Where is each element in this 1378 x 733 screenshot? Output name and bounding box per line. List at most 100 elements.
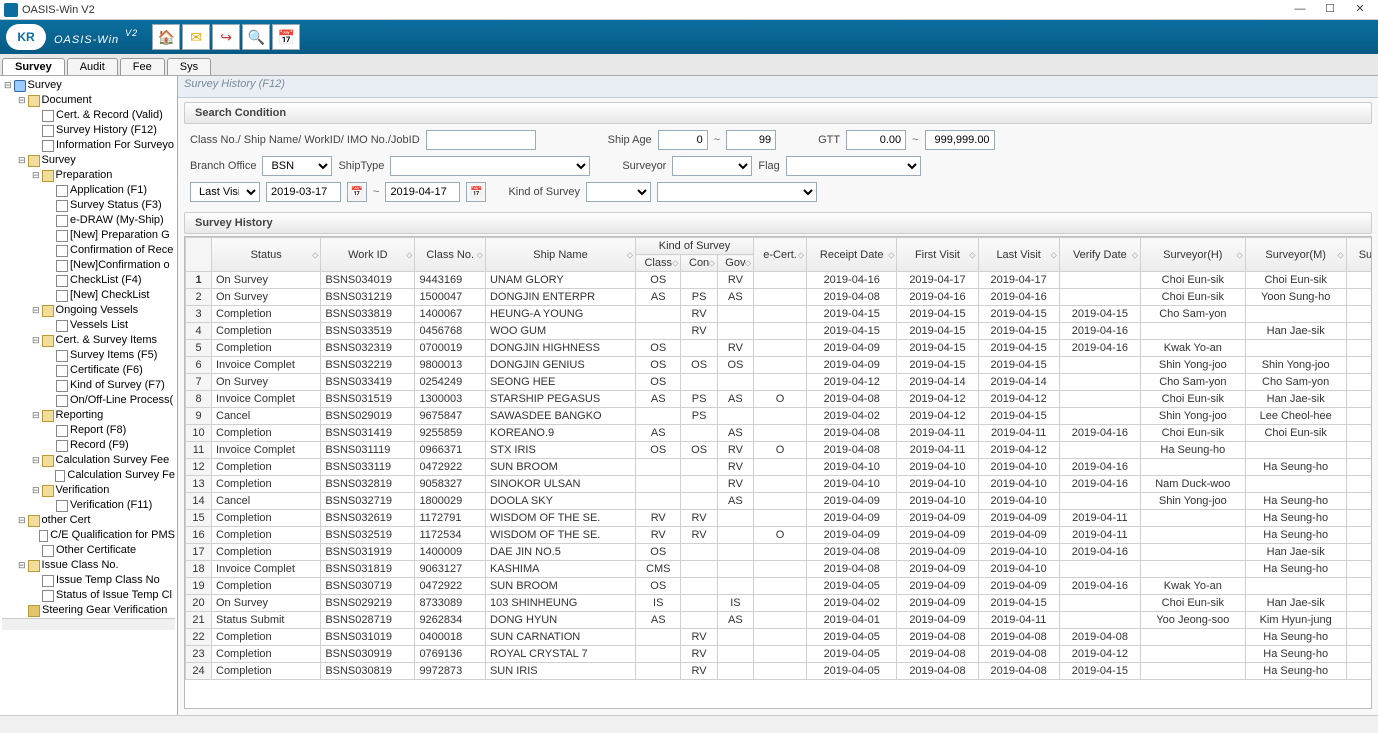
home-icon[interactable]: 🏠: [152, 24, 180, 50]
tree-steering[interactable]: Steering Gear Verification: [18, 603, 175, 618]
table-row[interactable]: 12CompletionBSNS0331190472922SUN BROOMRV…: [186, 459, 1373, 476]
table-row[interactable]: 1On SurveyBSNS0340199443169UNAM GLORYOSR…: [186, 272, 1373, 289]
table-row[interactable]: 11Invoice CompletBSNS0311190966371STX IR…: [186, 442, 1373, 459]
window-minimize[interactable]: —: [1286, 1, 1314, 19]
flag-select[interactable]: [786, 156, 921, 176]
shipage-from-input[interactable]: [658, 130, 708, 150]
table-row[interactable]: 19CompletionBSNS0307190472922SUN BROOMOS…: [186, 578, 1373, 595]
tree-item[interactable]: Information For Surveyo: [32, 138, 175, 153]
table-row[interactable]: 15CompletionBSNS0326191172791WISDOM OF T…: [186, 510, 1373, 527]
branch-select[interactable]: BSN: [262, 156, 332, 176]
table-row[interactable]: 24CompletionBSNS0308199972873SUN IRISRV2…: [186, 663, 1373, 680]
table-row[interactable]: 18Invoice CompletBSNS0318199063127KASHIM…: [186, 561, 1373, 578]
gtt-from-input[interactable]: [846, 130, 906, 150]
gtt-to-input[interactable]: [925, 130, 995, 150]
window-maximize[interactable]: ☐: [1316, 1, 1344, 19]
date-to-input[interactable]: [385, 182, 460, 202]
content-tab[interactable]: Survey History (F12): [178, 76, 1378, 98]
tree-item[interactable]: [New]Confirmation o: [46, 258, 175, 273]
tree-item[interactable]: Survey History (F12): [32, 123, 175, 138]
surveyor-select[interactable]: [672, 156, 752, 176]
col-classno[interactable]: Class No.◇: [415, 238, 486, 272]
tree-item[interactable]: Vessels List: [46, 318, 175, 333]
tree-item[interactable]: [New] CheckList: [46, 288, 175, 303]
tree-item[interactable]: Verification (F11): [46, 498, 175, 513]
tree-item[interactable]: Cert. & Record (Valid): [32, 108, 175, 123]
shipage-to-input[interactable]: [726, 130, 776, 150]
kind-select[interactable]: [586, 182, 651, 202]
col-receipt[interactable]: Receipt Date◇: [807, 238, 897, 272]
table-row[interactable]: 6Invoice CompletBSNS0322199800013DONGJIN…: [186, 357, 1373, 374]
col-con[interactable]: Con◇: [681, 255, 717, 272]
kind2-select[interactable]: [657, 182, 817, 202]
table-row[interactable]: 9CancelBSNS0290199675847SAWASDEE BANGKOP…: [186, 408, 1373, 425]
col-class[interactable]: Class◇: [636, 255, 681, 272]
calendar-icon[interactable]: 📅: [272, 24, 300, 50]
tree-ongoing[interactable]: Ongoing Vessels: [32, 303, 175, 318]
table-row[interactable]: 17CompletionBSNS0319191400009DAE JIN NO.…: [186, 544, 1373, 561]
mail-icon[interactable]: ✉: [182, 24, 210, 50]
col-status[interactable]: Status◇: [212, 238, 321, 272]
tree-item[interactable]: Application (F1): [46, 183, 175, 198]
classno-input[interactable]: [426, 130, 536, 150]
tree-scrollbar[interactable]: [2, 618, 175, 630]
search-icon[interactable]: 🔍: [242, 24, 270, 50]
col-verify[interactable]: Verify Date◇: [1059, 238, 1140, 272]
tree-item[interactable]: Other Certificate: [32, 543, 175, 558]
calendar-from-icon[interactable]: 📅: [347, 182, 367, 202]
tree-item[interactable]: e-DRAW (My-Ship): [46, 213, 175, 228]
col-sh[interactable]: Surveyor(H)◇: [1140, 238, 1245, 272]
table-row[interactable]: 16CompletionBSNS0325191172534WISDOM OF T…: [186, 527, 1373, 544]
tree-item[interactable]: CheckList (F4): [46, 273, 175, 288]
table-row[interactable]: 3CompletionBSNS0338191400067HEUNG-A YOUN…: [186, 306, 1373, 323]
date-from-input[interactable]: [266, 182, 341, 202]
calendar-to-icon[interactable]: 📅: [466, 182, 486, 202]
tree-document[interactable]: Document: [18, 93, 175, 108]
table-row[interactable]: 14CancelBSNS0327191800029DOOLA SKYAS2019…: [186, 493, 1373, 510]
col-ecert[interactable]: e-Cert.◇: [754, 238, 807, 272]
tree-item[interactable]: [New] Preparation G: [46, 228, 175, 243]
col-last[interactable]: Last Visit◇: [978, 238, 1059, 272]
visit-select[interactable]: Last Visit: [190, 182, 260, 202]
col-sj[interactable]: Surveyor(J)◇: [1346, 238, 1372, 272]
tree-preparation[interactable]: Preparation: [32, 168, 175, 183]
table-row[interactable]: 5CompletionBSNS0323190700019DONGJIN HIGH…: [186, 340, 1373, 357]
tree-item[interactable]: Kind of Survey (F7): [46, 378, 175, 393]
tree-item[interactable]: Calculation Survey Fe: [46, 468, 175, 483]
tree-item[interactable]: Confirmation of Rece: [46, 243, 175, 258]
table-row[interactable]: 7On SurveyBSNS0334190254249SEONG HEEOS20…: [186, 374, 1373, 391]
tree-calc[interactable]: Calculation Survey Fee: [32, 453, 175, 468]
tree-cert-items[interactable]: Cert. & Survey Items: [32, 333, 175, 348]
tree-survey-root[interactable]: Survey: [4, 78, 175, 93]
table-row[interactable]: 10CompletionBSNS0314199255859KOREANO.9AS…: [186, 425, 1373, 442]
col-sm[interactable]: Surveyor(M)◇: [1245, 238, 1346, 272]
window-close[interactable]: ✕: [1346, 1, 1374, 19]
tab-fee[interactable]: Fee: [120, 58, 165, 75]
exit-icon[interactable]: ↪: [212, 24, 240, 50]
nav-tree[interactable]: Survey Document Cert. & Record (Valid)Su…: [0, 76, 178, 715]
table-row[interactable]: 13CompletionBSNS0328199058327SINOKOR ULS…: [186, 476, 1373, 493]
tree-item[interactable]: Record (F9): [46, 438, 175, 453]
tree-survey[interactable]: Survey: [18, 153, 175, 168]
grid-container[interactable]: Status◇ Work ID◇ Class No.◇ Ship Name◇ K…: [184, 236, 1372, 709]
tree-item[interactable]: Certificate (F6): [46, 363, 175, 378]
tab-survey[interactable]: Survey: [2, 58, 65, 75]
tree-verif[interactable]: Verification: [32, 483, 175, 498]
col-shipname[interactable]: Ship Name◇: [485, 238, 635, 272]
tree-reporting[interactable]: Reporting: [32, 408, 175, 423]
table-row[interactable]: 2On SurveyBSNS0312191500047DONGJIN ENTER…: [186, 289, 1373, 306]
tab-sys[interactable]: Sys: [167, 58, 211, 75]
col-first[interactable]: First Visit◇: [897, 238, 978, 272]
tree-issue[interactable]: Issue Class No.: [18, 558, 175, 573]
tab-audit[interactable]: Audit: [67, 58, 118, 75]
col-gov[interactable]: Gov◇: [717, 255, 753, 272]
tree-item[interactable]: Issue Temp Class No: [32, 573, 175, 588]
tree-item[interactable]: Survey Items (F5): [46, 348, 175, 363]
col-kind-group[interactable]: Kind of Survey: [636, 238, 754, 255]
tree-other[interactable]: other Cert: [18, 513, 175, 528]
shiptype-select[interactable]: [390, 156, 590, 176]
tree-item[interactable]: Survey Status (F3): [46, 198, 175, 213]
table-row[interactable]: 8Invoice CompletBSNS0315191300003STARSHI…: [186, 391, 1373, 408]
tree-item[interactable]: On/Off-Line Process(: [46, 393, 175, 408]
tree-item[interactable]: Report (F8): [46, 423, 175, 438]
